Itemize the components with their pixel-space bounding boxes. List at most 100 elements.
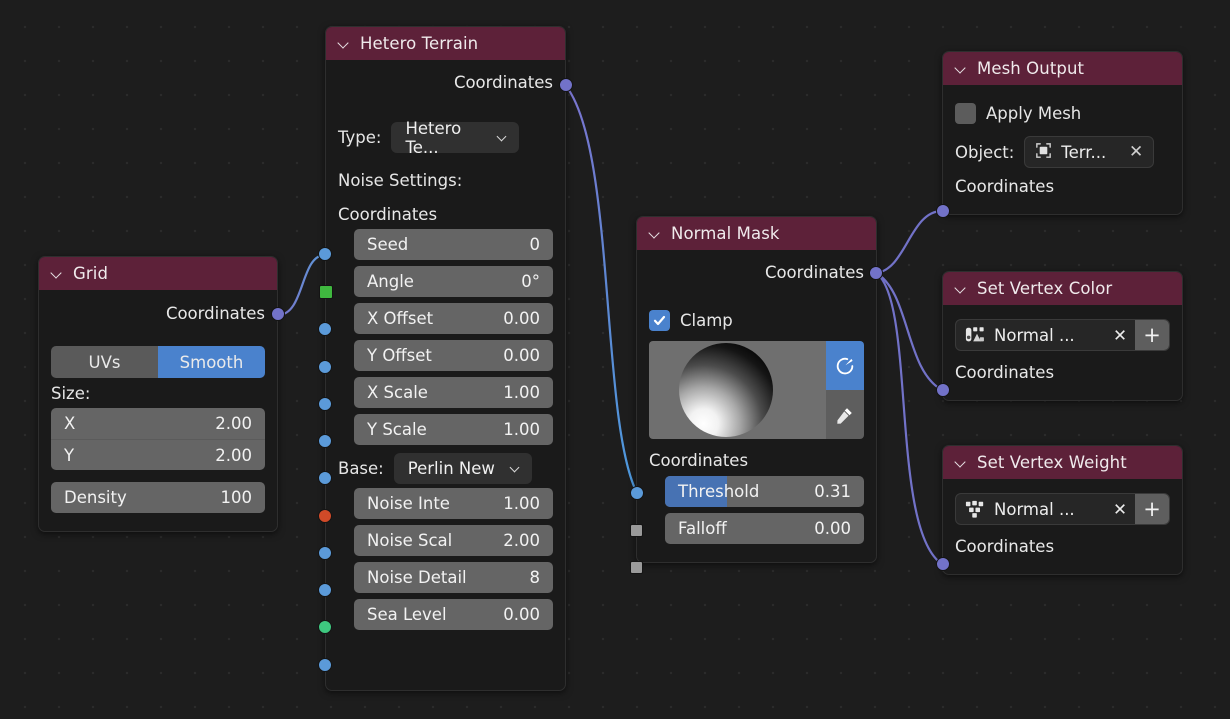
vertex-color-attribute-field[interactable]: Normal ... ✕ + [955,319,1170,351]
clamp-checkbox[interactable] [649,310,670,331]
node-hetero-header[interactable]: Hetero Terrain [326,27,565,60]
socket-hetero-noise-intensity-in[interactable] [318,546,332,560]
vertex-color-clear-button[interactable]: ✕ [1113,326,1127,345]
chevron-down-icon [511,463,522,474]
hetero-field-noise-detail[interactable]: Noise Detail 8 [354,562,553,593]
grid-field-x[interactable]: X 2.00 [51,408,265,439]
socket-grid-coordinates-out[interactable] [271,307,285,321]
apply-mesh-row[interactable]: Apply Mesh [955,97,1170,129]
node-set-vertex-weight-body: Normal ... ✕ + Coordinates [943,479,1182,574]
rotate-icon[interactable] [826,341,864,390]
grid-uv-smooth-toggle[interactable]: UVs Smooth [51,346,265,378]
socket-hetero-angle-in[interactable] [318,322,332,336]
hetero-field-x-scale-value: 1.00 [503,383,540,402]
eyedropper-icon[interactable] [826,390,864,439]
chevron-down-icon[interactable] [955,62,968,75]
grid-field-y[interactable]: Y 2.00 [51,439,265,470]
vertex-weight-attribute-field[interactable]: Normal ... ✕ + [955,493,1170,525]
socket-hetero-noise-detail-in[interactable] [318,620,332,634]
grid-toggle-smooth[interactable]: Smooth [158,346,265,378]
socket-normalmask-coordinates-in[interactable] [630,486,644,500]
socket-hetero-y-scale-in[interactable] [318,471,332,485]
node-set-vertex-weight-header[interactable]: Set Vertex Weight [943,446,1182,479]
normalmask-input-coordinates[interactable]: Coordinates [649,445,864,476]
socket-vertexcolor-coordinates-in[interactable] [936,383,950,397]
vertexweight-input-coordinates[interactable]: Coordinates [955,531,1170,562]
hetero-field-noise-detail-value: 8 [530,568,541,587]
socket-hetero-base-in[interactable] [318,509,332,523]
hetero-field-y-offset[interactable]: Y Offset 0.00 [354,340,553,371]
socket-hetero-sea-level-in[interactable] [318,658,332,672]
chevron-down-icon [498,132,509,143]
normalmask-field-falloff[interactable]: Falloff 0.00 [665,513,864,544]
hetero-output-coordinates[interactable]: Coordinates [338,66,553,98]
node-mesh-output-header[interactable]: Mesh Output [943,52,1182,85]
node-set-vertex-color-header[interactable]: Set Vertex Color [943,272,1182,305]
normalmask-field-falloff-value: 0.00 [814,519,851,538]
hetero-field-y-offset-label: Y Offset [367,346,432,365]
hetero-type-dropdown[interactable]: Hetero Te... [391,122,519,153]
normalmask-field-threshold[interactable]: Threshold 0.31 [665,476,864,507]
socket-hetero-y-offset-in[interactable] [318,397,332,411]
hetero-field-noise-detail-label: Noise Detail [367,568,467,587]
chevron-down-icon[interactable] [338,37,351,50]
hetero-base-row: Base: Perlin New [338,451,553,485]
hetero-field-noise-intensity[interactable]: Noise Inte 1.00 [354,488,553,519]
normalmask-preview[interactable] [649,341,864,439]
apply-mesh-checkbox[interactable] [955,103,976,124]
normalmask-output-coordinates[interactable]: Coordinates [649,256,864,288]
normalmask-clamp-row[interactable]: Clamp [649,305,864,335]
chevron-down-icon[interactable] [955,282,968,295]
grid-field-density[interactable]: Density 100 [51,482,265,513]
hetero-field-x-scale[interactable]: X Scale 1.00 [354,377,553,408]
grid-toggle-uvs[interactable]: UVs [51,346,158,378]
socket-hetero-seed-in[interactable] [319,285,333,299]
socket-normalmask-coordinates-out[interactable] [869,266,883,280]
socket-hetero-coordinates-out[interactable] [559,78,573,92]
node-mesh-output[interactable]: Mesh Output Apply Mesh Object: [942,51,1183,215]
hetero-field-angle[interactable]: Angle 0° [354,266,553,297]
node-grid-header[interactable]: Grid [39,257,277,290]
vertex-color-add-button[interactable]: + [1135,319,1169,351]
vertex-weight-clear-button[interactable]: ✕ [1113,500,1127,519]
node-set-vertex-color[interactable]: Set Vertex Color Normal ... ✕ + [942,271,1183,401]
socket-hetero-coordinates-in[interactable] [318,247,332,261]
hetero-base-dropdown[interactable]: Perlin New [394,453,532,484]
chevron-down-icon[interactable] [649,227,662,240]
socket-normalmask-threshold-in[interactable] [630,524,643,537]
link-normalmask-to-vertexweight [876,273,942,564]
node-hetero-terrain[interactable]: Hetero Terrain Coordinates Type: Hetero … [325,26,566,691]
socket-normalmask-falloff-in[interactable] [630,561,643,574]
link-normalmask-to-vertexcolor [876,273,942,390]
normal-preview-area[interactable] [649,341,826,439]
vertexcolor-input-coordinates[interactable]: Coordinates [955,357,1170,388]
socket-meshoutput-coordinates-in[interactable] [936,204,950,218]
socket-vertexweight-coordinates-in[interactable] [936,557,950,571]
chevron-down-icon[interactable] [51,267,64,280]
hetero-input-coordinates[interactable]: Coordinates [338,199,553,229]
node-normal-mask[interactable]: Normal Mask Coordinates Clamp [636,216,877,563]
node-grid[interactable]: Grid Coordinates UVs Smooth Size: X 2.00… [38,256,278,532]
object-clear-button[interactable]: ✕ [1123,144,1149,161]
node-editor-canvas[interactable]: Grid Coordinates UVs Smooth Size: X 2.00… [0,0,1230,719]
grid-output-coordinates[interactable]: Coordinates [51,298,265,328]
meshoutput-input-coordinates[interactable]: Coordinates [955,171,1170,202]
apply-mesh-label: Apply Mesh [986,98,1081,128]
grid-field-x-label: X [64,414,75,433]
hetero-field-y-scale[interactable]: Y Scale 1.00 [354,414,553,445]
socket-hetero-noise-scale-in[interactable] [318,583,332,597]
hetero-field-noise-scale[interactable]: Noise Scal 2.00 [354,525,553,556]
node-normal-mask-header[interactable]: Normal Mask [637,217,876,250]
hetero-field-x-offset[interactable]: X Offset 0.00 [354,303,553,334]
chevron-down-icon[interactable] [955,456,968,469]
hetero-field-y-offset-value: 0.00 [503,346,540,365]
hetero-field-seed[interactable]: Seed 0 [354,229,553,260]
object-field[interactable]: Terr... ✕ [1024,136,1154,168]
mesh-data-icon [1034,141,1053,164]
node-set-vertex-weight[interactable]: Set Vertex Weight Normal ... ✕ + [942,445,1183,575]
grid-field-density-value: 100 [221,488,253,507]
hetero-field-sea-level[interactable]: Sea Level 0.00 [354,599,553,630]
socket-hetero-x-offset-in[interactable] [318,360,332,374]
vertex-weight-add-button[interactable]: + [1135,493,1169,525]
socket-hetero-x-scale-in[interactable] [318,434,332,448]
